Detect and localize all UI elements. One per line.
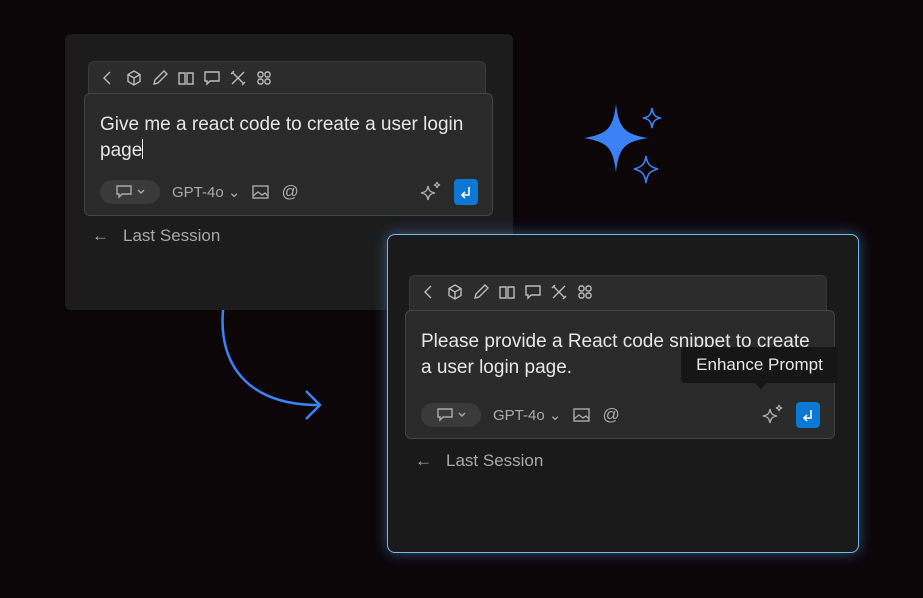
model-selector[interactable]: GPT-4o ⌄ <box>493 406 561 424</box>
grid-icon[interactable] <box>255 69 273 87</box>
enhance-prompt-tooltip: Enhance Prompt <box>681 347 838 389</box>
cube-icon[interactable] <box>125 69 143 87</box>
grid-icon[interactable] <box>576 283 594 301</box>
cube-icon[interactable] <box>446 283 464 301</box>
pencil-icon[interactable] <box>472 283 490 301</box>
book-icon[interactable] <box>177 69 195 87</box>
pencil-icon[interactable] <box>151 69 169 87</box>
arrow-left-icon: ← <box>92 226 109 245</box>
tools-icon[interactable] <box>229 69 247 87</box>
mode-dropdown[interactable] <box>421 403 481 427</box>
image-icon[interactable] <box>573 408 591 422</box>
mention-icon[interactable]: @ <box>281 182 298 202</box>
back-icon[interactable] <box>420 283 438 301</box>
image-icon[interactable] <box>252 185 270 199</box>
tools-icon[interactable] <box>550 283 568 301</box>
chat-icon[interactable] <box>524 283 542 301</box>
last-session-link[interactable]: ← Last Session <box>415 451 543 471</box>
prompt-input[interactable]: Give me a react code to create a user lo… <box>100 112 472 164</box>
book-icon[interactable] <box>498 283 516 301</box>
send-button[interactable] <box>796 402 820 428</box>
after-panel: Please provide a React code snippet to c… <box>387 234 859 553</box>
send-button[interactable] <box>454 179 478 205</box>
mode-dropdown[interactable] <box>100 180 160 204</box>
sparkle-decoration-icon <box>584 104 662 184</box>
chat-icon[interactable] <box>203 69 221 87</box>
arrow-left-icon: ← <box>415 451 432 470</box>
prompt-box[interactable]: Give me a react code to create a user lo… <box>84 93 493 216</box>
last-session-link[interactable]: ← Last Session <box>92 226 220 246</box>
enhance-prompt-icon[interactable] <box>420 181 442 203</box>
back-icon[interactable] <box>99 69 117 87</box>
toolbar <box>409 275 827 311</box>
enhance-prompt-icon[interactable] <box>762 404 784 426</box>
mention-icon[interactable]: @ <box>602 405 619 425</box>
toolbar <box>88 61 486 97</box>
model-selector[interactable]: GPT-4o ⌄ <box>172 183 240 201</box>
